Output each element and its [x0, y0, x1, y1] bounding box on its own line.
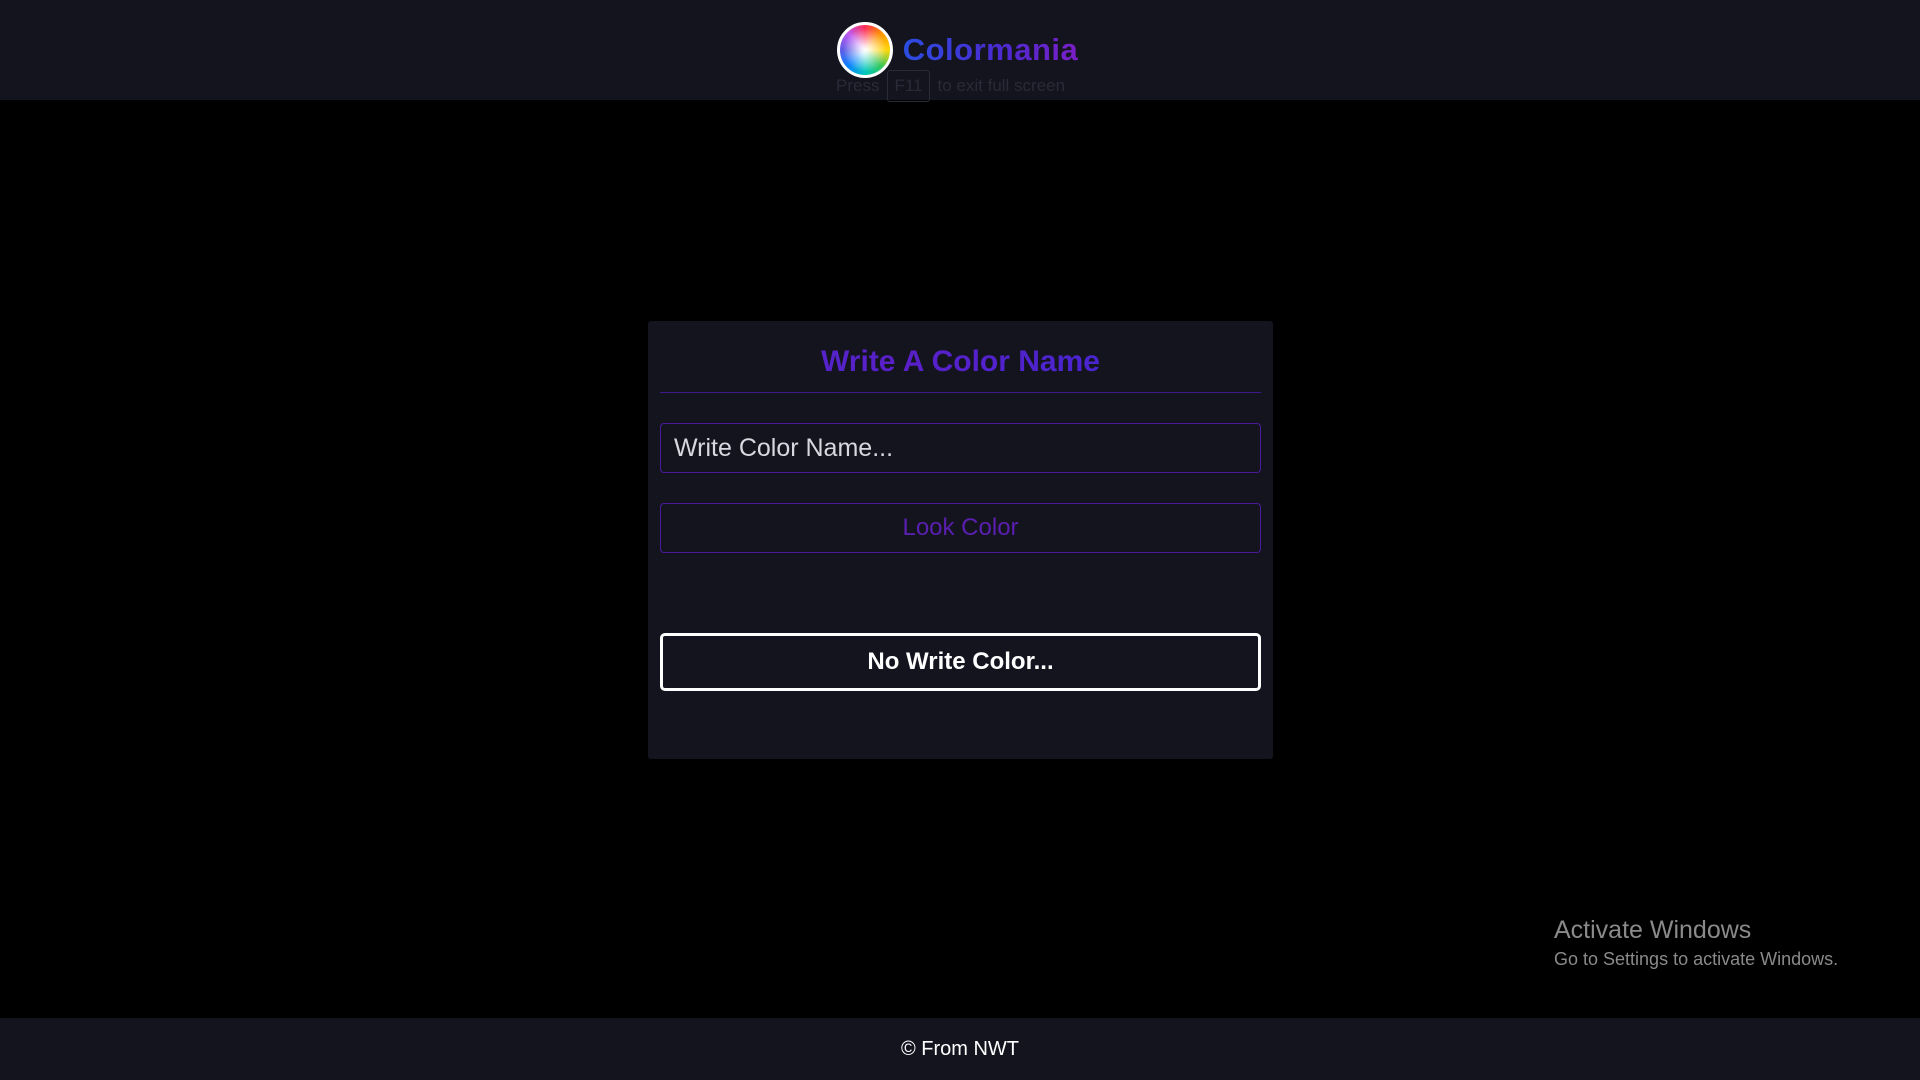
- color-result-text: No Write Color...: [867, 648, 1054, 675]
- windows-activation-watermark: Activate Windows Go to Settings to activ…: [1554, 915, 1838, 973]
- color-result-display: No Write Color...: [660, 633, 1261, 691]
- app-footer: © From NWT: [0, 1018, 1920, 1080]
- color-name-input[interactable]: [660, 423, 1261, 473]
- look-color-button[interactable]: Look Color: [660, 503, 1261, 553]
- app-name: Colormania: [902, 32, 1079, 67]
- fullscreen-hint-suffix: to exit full screen: [937, 76, 1066, 95]
- color-lookup-card: Write A Color Name Look Color No Write C…: [648, 321, 1273, 759]
- title-divider: [660, 392, 1261, 393]
- footer-text: © From NWT: [900, 1037, 1020, 1060]
- fullscreen-hint-prefix: Press: [836, 76, 880, 95]
- fullscreen-hint: Press F11 to exit full screen: [836, 70, 1065, 102]
- watermark-subtitle: Go to Settings to activate Windows.: [1554, 949, 1839, 969]
- fullscreen-key: F11: [887, 70, 930, 102]
- card-title: Write A Color Name: [660, 321, 1261, 391]
- watermark-title: Activate Windows: [1554, 916, 1752, 944]
